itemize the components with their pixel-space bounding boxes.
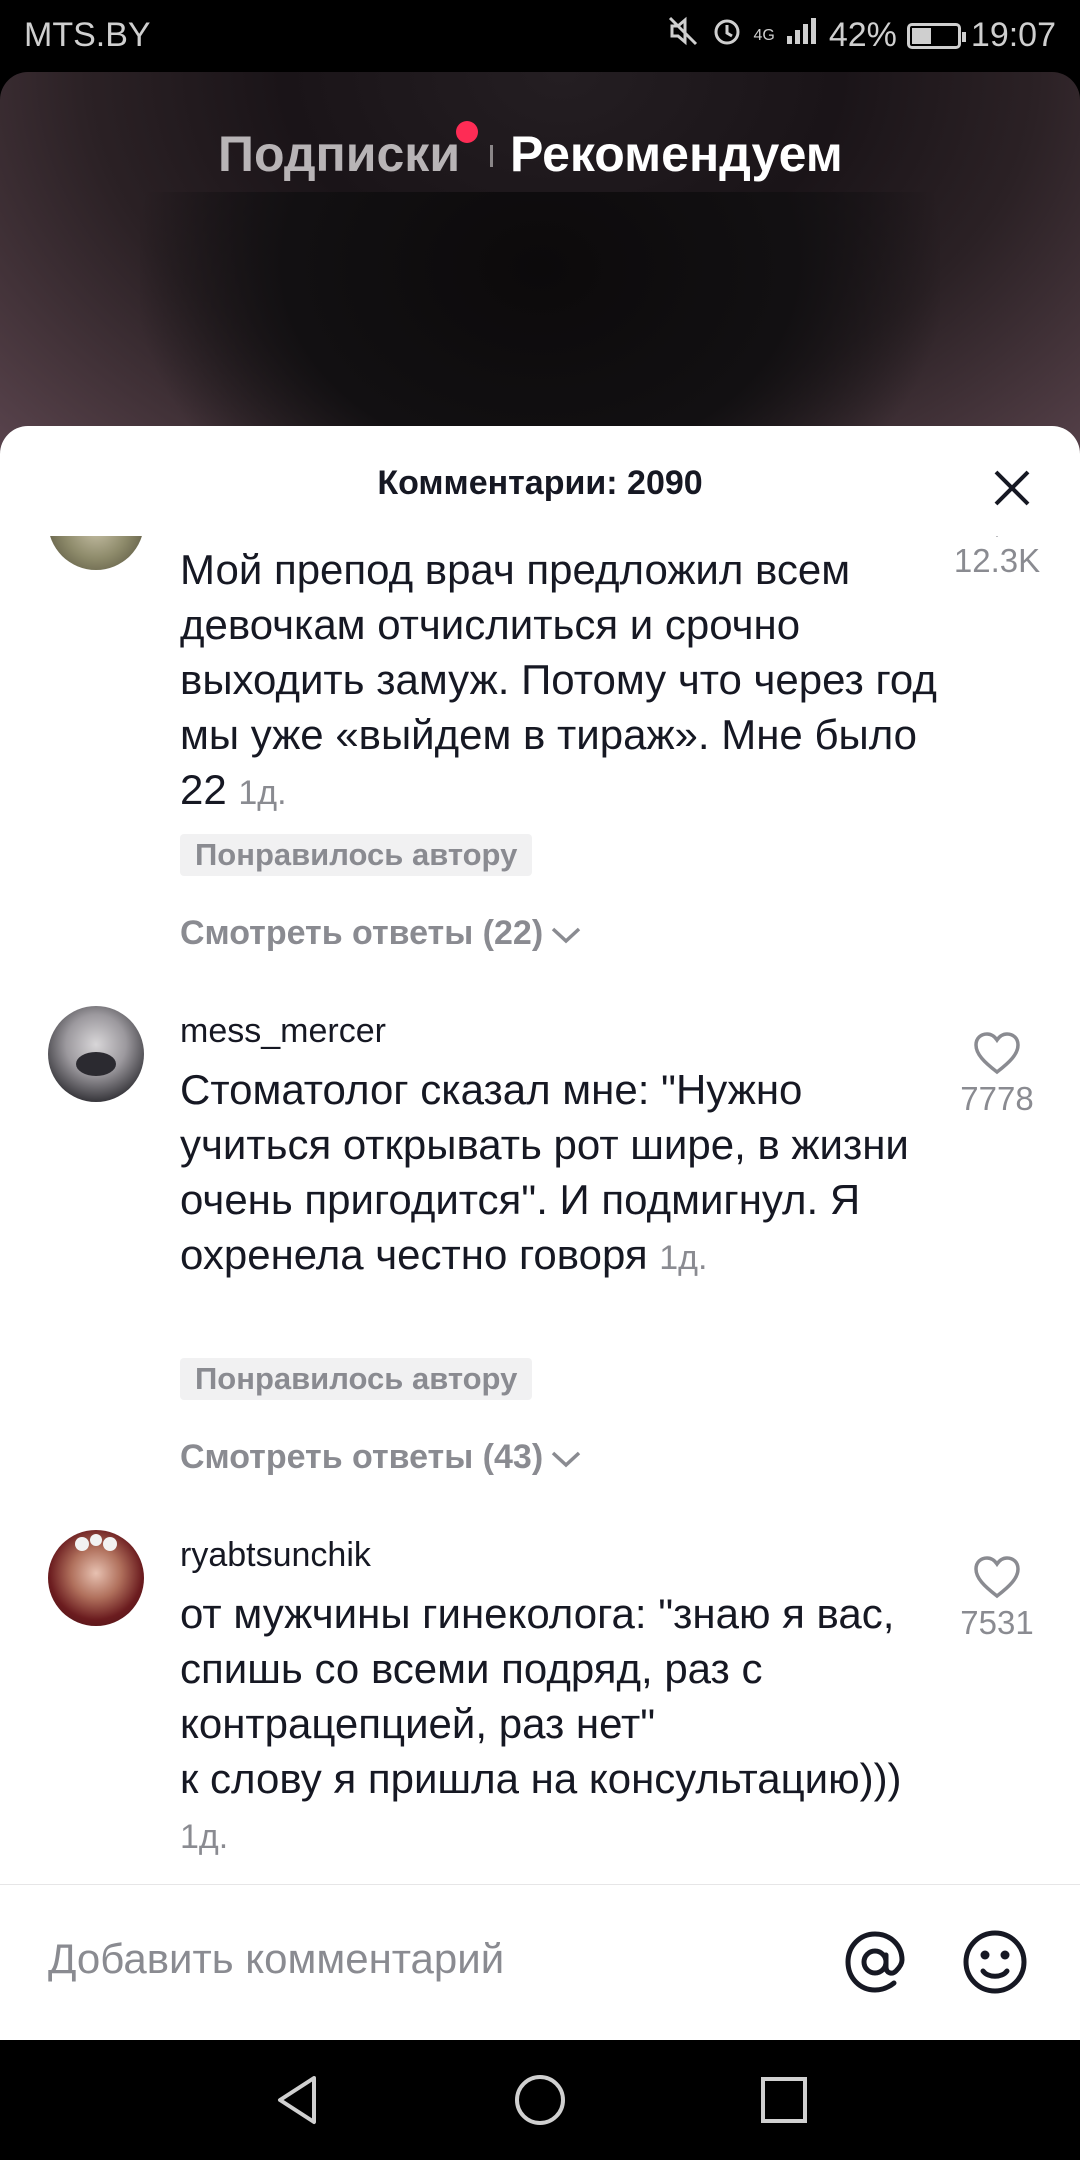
emoji-button[interactable] (960, 1927, 1030, 1997)
mute-icon (666, 14, 700, 57)
comment-body: Мой препод врач предложил всем девочкам … (180, 546, 937, 813)
comment-list[interactable]: Мой препод врач предложил всем девочкам … (0, 536, 1080, 1930)
network-label: 4G (753, 26, 775, 44)
at-icon (845, 1931, 905, 1993)
back-icon (278, 2076, 316, 2124)
creator-liked-badge: Понравилось автору (180, 834, 533, 876)
status-bar: MTS.BY 4G 42% 19:07 (0, 0, 1080, 72)
mention-button[interactable] (840, 1927, 910, 1997)
chevron-down-icon (549, 916, 583, 955)
avatar-image (75, 1534, 117, 1551)
like-button[interactable]: 12.3K (942, 536, 1052, 580)
comment-username[interactable]: ryabtsunchik (180, 1536, 371, 1575)
heart-icon (995, 536, 999, 537)
alarm-icon (710, 14, 744, 57)
comments-sheet: Комментарии: 2090 Мой препод врач предло… (0, 426, 1080, 2040)
like-button[interactable]: 7531 (942, 1554, 1052, 1642)
comment-time: 1д. (659, 1239, 708, 1277)
avatar[interactable] (48, 1006, 144, 1102)
tab-for-you[interactable]: Рекомендуем (510, 125, 843, 183)
chevron-down-icon (549, 1440, 583, 1479)
battery-icon (906, 22, 966, 49)
comment-text: Стоматолог сказал мне: "Нужно учиться от… (180, 1062, 950, 1286)
comment-time: 1д. (180, 1818, 229, 1856)
view-replies-button[interactable]: Смотреть ответы (22) (180, 914, 583, 955)
comments-title: Комментарии: 2090 (377, 464, 703, 502)
comment-text: от мужчины гинеколога: "знаю я вас, спиш… (180, 1586, 950, 1865)
nav-home-button[interactable] (512, 2072, 568, 2133)
comment-username[interactable]: mess_mercer (180, 1012, 386, 1051)
tab-divider (490, 145, 493, 167)
recents-icon (761, 2077, 807, 2123)
carrier-name: MTS.BY (24, 16, 151, 54)
comment-input-bar: Добавить комментарий (0, 1884, 1080, 2041)
comment-input[interactable]: Добавить комментарий (48, 1935, 504, 1983)
nav-recents-button[interactable] (756, 2072, 812, 2133)
emoji-icon (963, 1930, 1027, 1994)
avatar[interactable] (48, 1530, 144, 1626)
comment-body: от мужчины гинеколога: "знаю я вас, спиш… (180, 1590, 895, 1747)
home-icon (515, 2075, 565, 2125)
tab-following[interactable]: Подписки (218, 125, 460, 183)
clock: 19:07 (970, 16, 1056, 54)
view-replies-label: Смотреть ответы (22) (180, 914, 544, 952)
battery-percent: 42% (828, 16, 897, 54)
comment-body: Стоматолог сказал мне: "Нужно учиться от… (180, 1066, 909, 1278)
avatar[interactable] (48, 536, 144, 570)
system-nav-bar (0, 2040, 1080, 2160)
like-count: 12.3K (953, 542, 1041, 579)
like-button[interactable]: 7778 (942, 1030, 1052, 1118)
view-replies-label: Смотреть ответы (43) (180, 1438, 544, 1476)
creator-liked-badge: Понравилось автору (180, 1358, 533, 1400)
avatar-image (76, 1052, 116, 1076)
heart-icon (974, 1556, 1020, 1599)
signal-icon (785, 16, 819, 55)
view-replies-button[interactable]: Смотреть ответы (43) (180, 1438, 583, 1479)
like-count: 7531 (960, 1604, 1034, 1641)
close-icon (994, 470, 1030, 506)
comment-body-continued: к слову я пришла на консультацию))) (180, 1755, 902, 1802)
notification-dot (456, 121, 478, 143)
like-count: 7778 (960, 1080, 1034, 1117)
nav-back-button[interactable] (270, 2072, 326, 2133)
status-icons: 4G 42% 19:07 (666, 14, 1056, 57)
close-button[interactable] (990, 466, 1034, 510)
comment-text: Мой препод врач предложил всем девочкам … (180, 542, 950, 821)
heart-icon (974, 1032, 1020, 1075)
comment-time: 1д. (238, 774, 287, 812)
